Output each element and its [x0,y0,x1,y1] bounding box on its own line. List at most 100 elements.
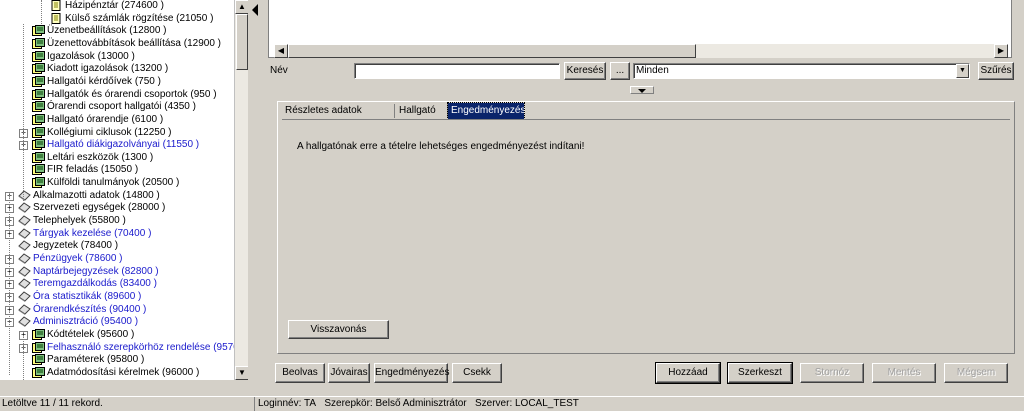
add-button[interactable]: Hozzáad [655,362,721,384]
filter-button[interactable]: Szűrés [978,62,1014,80]
panel-splitter[interactable] [248,0,264,396]
tree-item-label: Kódtételek (95600 ) [47,328,135,340]
tree-item[interactable]: Külföldi tanulmányok (20500 ) [0,176,234,189]
navigation-tree[interactable]: Házipénztár (274600 ) Külső számlák rögzí… [0,0,248,380]
tree-item-label: Telephelyek (55800 ) [33,215,126,227]
tree-item-label: Paraméterek (95800 ) [47,354,145,366]
tree-item-icon [18,265,31,277]
tree-item[interactable]: Hallgatók és órarendi csoportok (950 ) [0,88,234,101]
tree-item[interactable]: + Szervezeti egységek (28000 ) [0,201,234,214]
tab-hallgato[interactable]: Hallgató [396,103,448,119]
tree-item[interactable]: Külső számlák rögzítése (21050 ) [0,12,234,25]
edit-button[interactable]: Szerkeszt [727,362,793,384]
jovairas-button[interactable]: Jóvairas [328,363,370,383]
tree-item[interactable]: Kiadott igazolások (13200 ) [0,62,234,75]
tree-item[interactable]: + Hallgató diákigazolványai (11550 ) [0,138,234,151]
tree-item[interactable]: + Kódtételek (95600 ) [0,328,234,341]
tree-item[interactable]: Jegyzetek (78400 ) [0,239,234,252]
document-icon [51,0,61,11]
book-icon [18,291,31,302]
scroll-up-button[interactable]: ▲ [235,0,249,14]
grid-horizontal-scrollbar[interactable]: ◀ ▶ [274,44,1008,58]
scroll-down-button[interactable]: ▼ [235,366,249,380]
filter-select[interactable]: Minden ▼ [633,63,970,79]
tree-item-label: Kiadott igazolások (13200 ) [47,63,169,75]
beolvas-button[interactable]: Beolvas [275,363,325,383]
revoke-button[interactable]: Visszavonás [288,320,389,339]
tree-item[interactable]: Paraméterek (95800 ) [0,353,234,366]
tree-item[interactable]: Házipénztár (274600 ) [0,0,234,12]
tree-item[interactable]: Üzenetbeállítások (12800 ) [0,24,234,37]
tree-item-label: Adatmódosítási kérelmek (96000 ) [47,366,200,378]
tree-item[interactable]: + Órarendkészítés (90400 ) [0,303,234,316]
tree-item-icon [18,228,31,239]
tree-item-label: Üzenetbeállítások (12800 ) [47,25,167,37]
form-icon [32,328,45,340]
book-icon [18,303,31,315]
tree-item-label: Órarendkészítés (90400 ) [33,303,147,315]
engedmenyezes-button[interactable]: Engedményezés [374,363,450,383]
save-button[interactable]: Mentés [872,363,936,383]
tree-item-icon [50,12,63,24]
tree-item-icon [32,75,45,87]
tree-item-label: Kollégiumi ciklusok (12250 ) [47,126,172,138]
tree-item[interactable]: + Teremgazdálkodás (83400 ) [0,277,234,290]
tree-item[interactable]: Üzenettovábbítások beállítása (12900 ) [0,37,234,50]
storno-button[interactable]: Stornóz [800,363,864,383]
tree-item[interactable]: Órarendi csoport hallgatói (4350 ) [0,100,234,113]
cancel-button[interactable]: Mégsem [944,363,1008,383]
form-icon [32,126,45,138]
tree-item[interactable]: FIR feladás (15050 ) [0,163,234,176]
tree-item-label: Órarendi csoport hallgatói (4350 ) [47,101,196,113]
tree-item-label: Hallgatók és órarendi csoportok (950 ) [47,88,217,100]
tree-item-label: Naptárbejegyzések (82800 ) [33,265,159,277]
tree-item[interactable]: + Felhasználó szerepkörhöz rendelése (957… [0,341,247,354]
scroll-thumb[interactable] [236,14,248,70]
form-icon [32,63,45,75]
tree-connector-line [23,335,24,380]
tree-item[interactable]: + Tárgyak kezelése (70400 ) [0,227,234,240]
tree-item-icon [18,316,31,328]
form-icon [32,25,45,37]
tree-item-label: Hallgató diákigazolványai (11550 ) [47,139,200,151]
tree-item[interactable]: Hallgató órarendje (6100 ) [0,113,234,126]
tree-item[interactable]: Igazolások (13000 ) [0,50,234,63]
tree-item-icon [32,63,45,75]
csekk-button[interactable]: Csekk [452,363,502,383]
tree-item[interactable]: − Adminisztráció (95400 ) [0,315,234,328]
tab-separator [394,104,395,118]
tree-item-label: Felhasználó szerepkörhöz rendelése (9570… [47,341,248,353]
tree-item[interactable]: + Kollégiumi ciklusok (12250 ) [0,126,234,139]
chevron-down-icon[interactable]: ▼ [956,64,969,78]
tree-item[interactable]: + Telephelyek (55800 ) [0,214,234,227]
tab-engedmenyezes[interactable]: Engedményezés [447,102,526,120]
tree-item-icon [18,240,31,252]
tree-vertical-scrollbar[interactable]: ▲ ▼ [234,0,249,380]
tree-item[interactable]: Hallgatói kérdőívek (750 ) [0,75,234,88]
tree-item[interactable]: + Alkalmazotti adatok (14800 ) [0,189,234,202]
detail-panel-toggle[interactable] [630,86,654,94]
tree-item[interactable]: + Óra statisztikák (89600 ) [0,290,234,303]
tree-item-icon [50,0,63,11]
book-icon [18,240,31,252]
tree-item[interactable]: Adatmódosítási kérelmek (96000 ) [0,366,234,379]
collapse-arrow-icon[interactable] [252,4,258,16]
form-icon [32,88,45,100]
book-icon [18,316,31,328]
name-search-input[interactable] [354,63,560,79]
book-icon [18,253,31,264]
tree-item-icon [18,303,31,315]
tab-reszletes-adatok[interactable]: Részletes adatok [282,103,394,119]
horizontal-scroll-thumb[interactable] [288,44,696,58]
more-options-button[interactable]: ... [610,62,630,80]
form-icon [32,366,45,378]
book-icon [18,190,31,201]
tree-item-icon [32,151,45,163]
tree-item[interactable]: + Pénzügyek (78600 ) [0,252,234,265]
tree-item[interactable]: + Naptárbejegyzések (82800 ) [0,265,234,278]
tree-item[interactable]: Leltári eszközök (1300 ) [0,151,234,164]
scroll-right-button[interactable]: ▶ [994,44,1008,58]
scroll-left-button[interactable]: ◀ [274,44,288,58]
search-button[interactable]: Keresés [564,62,606,80]
detail-tab-panel [277,101,1015,354]
